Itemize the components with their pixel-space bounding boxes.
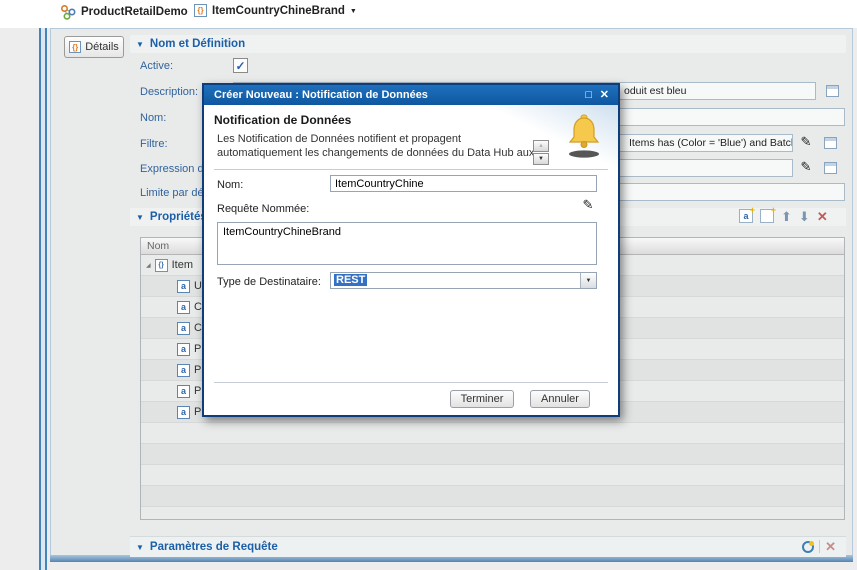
edit-query-icon[interactable]: ✎ xyxy=(580,197,596,213)
attribute-icon: a xyxy=(177,301,190,314)
close-button[interactable]: ✕ xyxy=(600,85,609,105)
description-expand-icon[interactable] xyxy=(826,85,839,97)
checkmark-icon: ✓ xyxy=(235,60,245,72)
terminer-button[interactable]: Terminer xyxy=(450,390,514,408)
dialog-titlebar[interactable]: Créer Nouveau : Notification de Données … xyxy=(204,85,618,105)
active-label: Active: xyxy=(140,60,173,72)
table-row xyxy=(141,444,844,465)
dropdown-button[interactable]: ▼ xyxy=(580,273,596,288)
attr-row-label: P xyxy=(194,385,201,397)
model-icon xyxy=(60,4,76,20)
query-params-toolbar: ✕ xyxy=(802,540,836,553)
dialog-description-line2: automatiquement les changements de donné… xyxy=(217,147,534,159)
active-checkbox[interactable]: ✓ xyxy=(233,58,248,73)
description-value: oduit est bleu xyxy=(624,85,686,97)
add-spark-icon: + xyxy=(750,205,755,215)
expression-label: Expression d xyxy=(140,163,204,175)
entity-icon: {} xyxy=(194,4,207,17)
attr-row-label: P xyxy=(194,406,201,418)
nom-label: Nom: xyxy=(140,112,166,124)
collapse-icon[interactable]: ▼ xyxy=(136,543,144,552)
attribute-icon: a xyxy=(177,406,190,419)
table-row xyxy=(141,507,844,520)
attr-row-label: U xyxy=(194,280,202,292)
entity-selector[interactable]: {} ItemCountryChineBrand ▼ xyxy=(194,4,357,17)
filtre-value: Items has (Color = 'Blue') and Batch xyxy=(629,137,793,149)
attribute-icon: a xyxy=(177,322,190,335)
scroll-down-button[interactable]: ▼ xyxy=(533,153,549,165)
dialog-title: Créer Nouveau : Notification de Données xyxy=(214,89,428,101)
dialog-description-line1: Les Notification de Données notifient et… xyxy=(217,133,461,145)
refresh-button[interactable] xyxy=(802,541,814,553)
app-root: ProductRetailDemo ▼ {} ItemCountryChineB… xyxy=(0,0,857,570)
dialog-type-label: Type de Destinataire: xyxy=(217,276,321,288)
toolbar-separator xyxy=(819,540,820,553)
root-row-label: Item xyxy=(172,259,193,271)
expression-expand-icon[interactable] xyxy=(824,162,837,174)
details-button-label: Détails xyxy=(85,41,119,53)
collapse-icon[interactable]: ▼ xyxy=(136,40,144,49)
table-row xyxy=(141,486,844,507)
attribute-icon: a xyxy=(177,343,190,356)
tree-expander-icon[interactable]: ◢ xyxy=(146,262,151,269)
model-selector[interactable]: ProductRetailDemo ▼ xyxy=(60,4,200,20)
section-query-params-header: ▼ Paramètres de Requête ✕ xyxy=(130,536,846,557)
details-button[interactable]: {} Détails xyxy=(64,36,124,58)
dialog-nom-input[interactable]: ItemCountryChine xyxy=(330,175,597,192)
properties-toolbar: a + + ⬆ ⬇ ✕ xyxy=(739,209,828,223)
section-query-params-title: Paramètres de Requête xyxy=(150,541,278,553)
move-up-button[interactable]: ⬆ xyxy=(781,210,792,223)
details-icon: {} xyxy=(69,41,81,53)
attribute-icon: a xyxy=(743,211,748,221)
dialog-heading: Notification de Données xyxy=(214,113,351,127)
object-icon: {} xyxy=(155,259,168,272)
description-scroller: ▲ ▼ xyxy=(533,140,549,165)
attr-row-label: C xyxy=(194,301,202,313)
section-name-definition-header: ▼ Nom et Définition xyxy=(130,35,846,53)
limite-label: Limite par dé xyxy=(140,187,204,199)
attribute-icon: a xyxy=(177,280,190,293)
move-down-button[interactable]: ⬇ xyxy=(799,210,810,223)
entity-name: ItemCountryChineBrand xyxy=(212,5,345,17)
attribute-icon: a xyxy=(177,385,190,398)
add-item-button[interactable]: + xyxy=(760,209,774,223)
separator xyxy=(214,169,608,170)
top-toolbar: ProductRetailDemo ▼ {} ItemCountryChineB… xyxy=(0,0,857,28)
dialog-requete-textarea[interactable]: ItemCountryChineBrand xyxy=(217,222,597,265)
attr-row-label: P xyxy=(194,364,201,376)
filtre-label: Filtre: xyxy=(140,138,168,150)
delete-query-param-button[interactable]: ✕ xyxy=(825,540,836,553)
create-notification-dialog: Créer Nouveau : Notification de Données … xyxy=(202,83,620,417)
dialog-body: Notification de Données Les Notification… xyxy=(204,105,618,415)
entity-dropdown-arrow-icon: ▼ xyxy=(350,6,357,15)
add-spark-icon: + xyxy=(771,205,776,215)
section-properties-title: Propriétés xyxy=(150,211,207,223)
annuler-button[interactable]: Annuler xyxy=(530,390,590,408)
type-dropdown[interactable]: REST ▼ xyxy=(330,272,597,289)
table-row xyxy=(141,465,844,486)
pane-splitter[interactable] xyxy=(39,28,47,570)
attribute-icon: a xyxy=(177,364,190,377)
description-label: Description: xyxy=(140,86,198,98)
filtre-expand-icon[interactable] xyxy=(824,137,837,149)
attr-row-label: C xyxy=(194,322,202,334)
expression-edit-icon[interactable]: ✎ xyxy=(798,159,814,175)
bell-icon xyxy=(564,113,604,161)
delete-property-button[interactable]: ✕ xyxy=(817,210,828,223)
attr-row-label: P xyxy=(194,343,201,355)
filtre-edit-icon[interactable]: ✎ xyxy=(798,134,814,150)
dialog-requete-label: Requête Nommée: xyxy=(217,203,309,215)
collapse-icon[interactable]: ▼ xyxy=(136,213,144,222)
type-selected-value: REST xyxy=(334,274,367,286)
model-name: ProductRetailDemo xyxy=(81,6,188,18)
dialog-nom-label: Nom: xyxy=(217,179,243,191)
add-attribute-button[interactable]: a + xyxy=(739,209,753,223)
scroll-up-button[interactable]: ▲ xyxy=(533,140,549,152)
maximize-button[interactable]: □ xyxy=(585,85,592,105)
table-row xyxy=(141,423,844,444)
section-name-definition-title: Nom et Définition xyxy=(150,38,245,50)
separator xyxy=(214,382,608,383)
